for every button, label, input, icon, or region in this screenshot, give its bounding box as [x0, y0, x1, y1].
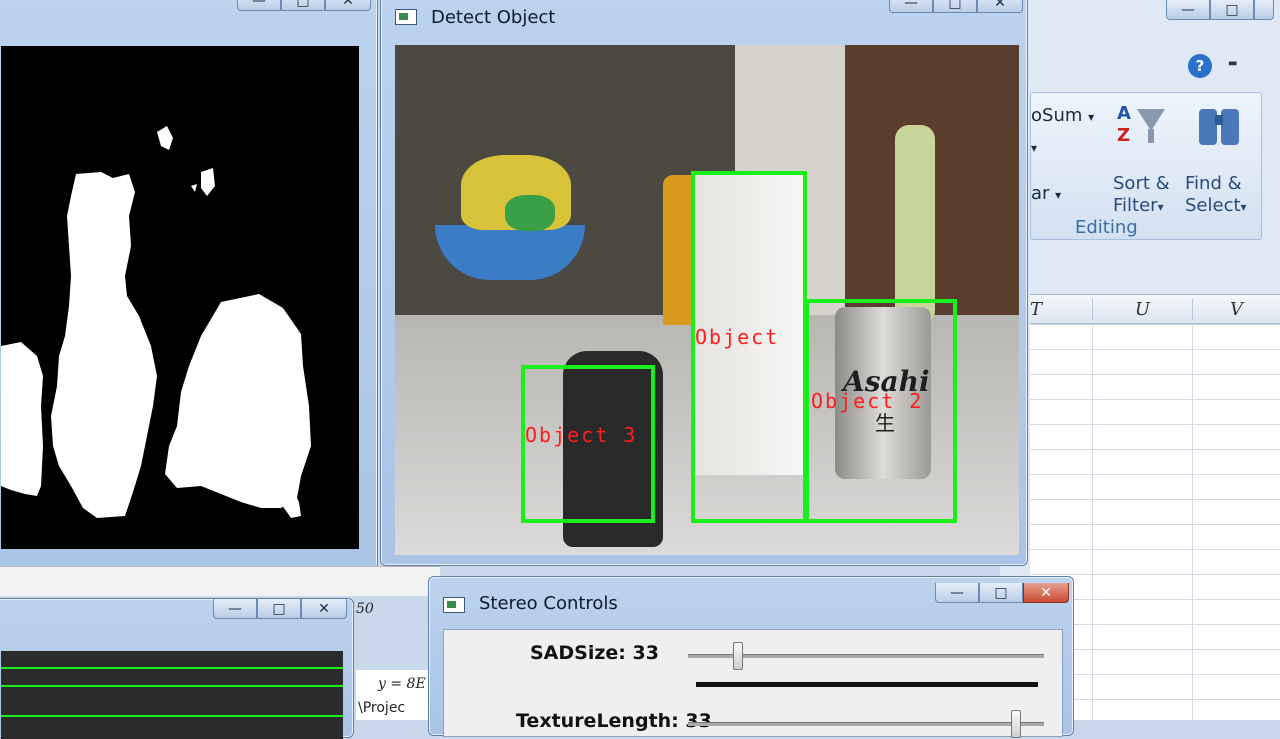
- ribbon-minimize-icon[interactable]: ▬: [1228, 58, 1237, 69]
- disparity-maximize-button[interactable]: □: [281, 0, 325, 11]
- find-select-label-2: Select▾: [1185, 195, 1247, 216]
- ribbon-panel: oSum ▾ ▾ ar ▾ A Z Sort & Filter▾ Find & …: [1030, 92, 1262, 240]
- sad-size-slider-thumb[interactable]: [732, 642, 743, 670]
- stereo-window-app-icon: [443, 597, 465, 613]
- stereo-controls-panel: SADSize: 33 TextureLength: 33: [443, 629, 1063, 738]
- autosum-label[interactable]: oSum ▾: [1031, 105, 1094, 126]
- detect-window-controls: — □ ✕: [889, 0, 1023, 13]
- path-fragment: \Projec: [358, 700, 406, 716]
- column-header-t[interactable]: T: [1030, 299, 1092, 320]
- stereo-window-controls: — □ ✕: [935, 583, 1069, 603]
- disparity-map-image: [1, 46, 359, 549]
- chart-axis-strip: 50: [0, 566, 440, 617]
- texture-length-slider-thumb[interactable]: [1010, 710, 1021, 738]
- texture-length-slider[interactable]: [688, 722, 1044, 726]
- camera-fan-stand: [895, 125, 935, 325]
- texture-length-label: TextureLength: 33: [516, 710, 712, 732]
- bottom-left-maximize-button[interactable]: □: [257, 599, 301, 619]
- detect-object-window[interactable]: Detect Object — □ ✕ Asahi 生 Object Objec…: [380, 0, 1028, 566]
- bottom-left-camera-frame: [1, 651, 343, 739]
- sort-az-icon: A Z: [1115, 103, 1167, 149]
- sad-size-divider: [696, 682, 1038, 687]
- column-header-row: T U V: [1030, 294, 1280, 324]
- stereo-maximize-button[interactable]: □: [979, 583, 1023, 603]
- sad-size-label: SADSize: 33: [530, 642, 659, 664]
- axis-tick-label: 50: [356, 601, 374, 617]
- ribbon-help-icon[interactable]: ?: [1188, 54, 1212, 78]
- object-3-label: Object 3: [525, 423, 638, 447]
- clear-label[interactable]: ar ▾: [1031, 183, 1061, 204]
- excel-window-controls: — □: [1166, 0, 1274, 20]
- object-2-label: Object 2: [811, 389, 924, 413]
- find-select-label-1: Find &: [1185, 173, 1242, 194]
- column-header-v[interactable]: V: [1192, 299, 1280, 320]
- detect-window-title: Detect Object: [431, 7, 556, 28]
- excel-minimize-button[interactable]: —: [1166, 0, 1210, 20]
- detect-window-app-icon: [395, 9, 417, 25]
- disparity-minimize-button[interactable]: —: [237, 0, 281, 11]
- stereo-window-title: Stereo Controls: [479, 593, 618, 614]
- bottom-left-close-button[interactable]: ✕: [301, 599, 347, 619]
- editing-group-label: Editing: [1075, 217, 1138, 238]
- excel-maximize-button[interactable]: □: [1210, 0, 1254, 20]
- trendline-equation: y = 8E: [378, 676, 426, 692]
- fill-arrow[interactable]: ▾: [1031, 141, 1037, 155]
- sort-filter-label-1: Sort &: [1113, 173, 1170, 194]
- find-select-button[interactable]: Find & Select▾: [1181, 101, 1261, 216]
- stereo-controls-window[interactable]: Stereo Controls — □ ✕ SADSize: 33 Textur…: [428, 576, 1074, 738]
- bottom-left-window[interactable]: — □ ✕: [0, 598, 354, 739]
- camera-green-bag: [505, 195, 555, 231]
- camera-frame: Asahi 生 Object Object 2 Object 3: [395, 45, 1019, 555]
- sort-filter-button[interactable]: A Z Sort & Filter▾: [1109, 101, 1179, 216]
- detect-close-button[interactable]: ✕: [977, 0, 1023, 13]
- object-1-label: Object: [695, 325, 780, 349]
- bottom-left-window-controls: — □ ✕: [213, 599, 347, 619]
- excel-close-button[interactable]: [1254, 0, 1274, 20]
- bottom-left-minimize-button[interactable]: —: [213, 599, 257, 619]
- stereo-minimize-button[interactable]: —: [935, 583, 979, 603]
- column-header-u[interactable]: U: [1092, 299, 1192, 320]
- detect-maximize-button[interactable]: □: [933, 0, 977, 13]
- formula-fragment: y = 8E \Projec: [356, 670, 436, 720]
- binoculars-icon: [1195, 105, 1247, 151]
- stereo-close-button[interactable]: ✕: [1023, 583, 1069, 603]
- disparity-window-controls: — □ ✕: [237, 0, 371, 11]
- sort-filter-label-2: Filter▾: [1113, 195, 1164, 216]
- detect-minimize-button[interactable]: —: [889, 0, 933, 13]
- disparity-close-button[interactable]: ✕: [325, 0, 371, 11]
- disparity-window[interactable]: — □ ✕: [0, 0, 378, 570]
